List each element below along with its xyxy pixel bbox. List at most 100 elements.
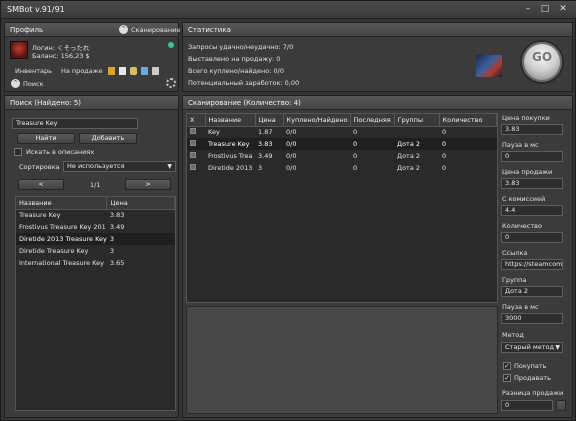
copy-icon[interactable] [152,67,159,75]
avatar [10,41,28,59]
table-row[interactable]: Treasure Key 3.83 0/0 0 Дота 20 [187,138,497,150]
col-qty-header[interactable]: Количество [439,114,497,127]
buy-checkbox[interactable]: ✓ [503,362,511,370]
row-checkbox-cell[interactable] [187,126,205,138]
scan-name-cell: Treasure Key [205,138,255,150]
row-checkbox-cell[interactable] [187,150,205,162]
row-checkbox-cell[interactable] [187,138,205,150]
table-row[interactable]: Treasure Key 3.83 [16,209,175,221]
item-name-cell: Diretide 2013 Treasure Key [16,233,107,245]
prev-page-button[interactable]: < [18,179,64,190]
scan-last-cell: 0 [350,138,394,150]
on-sale-link[interactable]: На продаже [61,67,103,75]
row-checkbox-cell[interactable] [187,162,205,174]
scan-group-cell [394,126,439,138]
buy-price-input[interactable]: 3.83 [501,124,563,135]
coins-icon[interactable] [108,67,115,75]
col-name-header[interactable]: Название [205,114,256,127]
group-label: Группа [502,276,527,284]
with-fee-input[interactable]: 4.4 [501,205,563,216]
add-button[interactable]: Добавить [79,133,137,144]
collapse-up-icon[interactable]: ⌃ [119,25,128,34]
scan-toggle-label[interactable]: Сканирование [131,26,180,34]
profile-panel-header: Профиль ⌃ Сканирование [5,23,180,37]
buy-price-label: Цена покупки [502,114,550,122]
link-label: Ссылка [502,249,528,257]
scan-panel: Сканирование (Количество: 4) X Название … [182,95,573,418]
window-title: SMBot v.91/91 [7,5,65,14]
col-x-header[interactable]: X [187,114,206,127]
sell-checkbox-label: Продавать [514,374,551,382]
pause-input[interactable]: 0 [501,151,563,162]
table-row[interactable]: Key 1.87 0/0 0 0 [187,126,497,138]
search-panel: Поиск (Найдено: 5) Treasure Key Найти До… [4,95,179,418]
method-select[interactable]: Старый метод ▼ [501,342,563,353]
col-group-header[interactable]: Группы [394,114,440,127]
method-label: Метод [502,331,524,339]
scan-group-cell: Дота 2 [394,138,439,150]
search-results-table: Название Цена Treasure Key 3.83 Frostivus … [15,196,176,411]
next-page-button[interactable]: > [125,179,171,190]
close-button[interactable]: ✕ [556,3,570,15]
diff-input[interactable]: 0 [501,400,553,411]
scan-name-cell: Key [208,128,220,137]
diff-label: Разница продажи [502,389,564,397]
search-toggle-label[interactable]: Поиск [23,80,44,88]
col-price-header[interactable]: Цена [106,197,175,210]
search-in-desc-checkbox[interactable] [14,148,22,156]
row-checkbox[interactable] [190,152,196,158]
collapse-up-icon[interactable]: ⌃ [11,79,20,88]
gear-icon[interactable] [166,78,176,88]
sell-price-input[interactable]: 3.83 [501,178,563,189]
scan-bought-cell: 0/0 [286,152,297,160]
scan-title: Сканирование (Количество: 4) [188,99,301,107]
profile-panel: Профиль ⌃ Сканирование Логин: くそったれ Бала… [4,22,180,92]
scan-qty-cell: 0 [439,138,497,150]
diff-apply-button[interactable] [556,400,566,411]
item-price-cell: 3.49 [109,223,125,231]
table-row[interactable]: Diretide 2013 3 0/0 0 Дота 2 0 [187,162,497,174]
sell-checkbox[interactable]: ✓ [503,374,511,382]
item-price-cell: 3 [109,247,115,255]
search-input[interactable]: Treasure Key [12,118,138,129]
table-row[interactable]: Diretide Treasure Key 3 [16,245,175,257]
scan-qty-cell: 0 [442,164,447,172]
pause2-input[interactable]: 3000 [501,313,563,324]
inventory-link[interactable]: Инвентарь [15,67,52,75]
document-icon[interactable] [119,67,126,75]
pause2-label: Пауза в мс [502,303,539,311]
minimize-button[interactable]: – [521,3,535,15]
method-select-value: Старый метод [505,343,555,351]
sort-select[interactable]: Не используется ▼ [63,161,176,172]
table-row[interactable]: Frostivus Treasure Key 201 3.49 [16,221,175,233]
go-button[interactable]: GO [520,40,564,84]
col-price-header[interactable]: Цена [255,114,284,127]
maximize-button[interactable]: □ [538,3,552,15]
bought-found-text: Всего куплено/найдено: 0/0 [188,67,284,75]
row-checkbox[interactable] [190,164,196,170]
link-input[interactable]: https://steamcommun [501,259,563,270]
find-button[interactable]: Найти [17,133,75,144]
scan-log-area [186,306,498,414]
scan-panel-header: Сканирование (Количество: 4) [183,96,572,110]
search-in-desc-label: Искать в описаниях [26,148,95,156]
scan-name-cell: Diretide 2013 [208,164,253,172]
group-input[interactable]: Дота 2 [501,286,563,297]
table-row[interactable]: Diretide 2013 Treasure Key 3 [16,233,175,245]
scan-last-cell: 0 [353,152,358,160]
col-last-header[interactable]: Последняя [350,114,395,127]
col-bought-header[interactable]: Куплено/Найдено [283,114,351,127]
scan-last-cell: 0 [353,128,358,137]
col-name-header[interactable]: Название [16,197,108,210]
table-row[interactable]: Frostivus Trea 3.49 0/0 0 Дота 2 0 [187,150,497,162]
item-name-cell: Treasure Key [19,211,61,220]
settings-icon[interactable] [130,67,137,75]
stats-panel-header: Статистика [183,23,572,37]
row-checkbox[interactable] [190,140,196,146]
row-checkbox[interactable] [190,128,196,135]
table-row[interactable]: International Treasure Key 3.65 [16,257,175,269]
quantity-input[interactable]: 0 [501,232,563,243]
globe-icon[interactable] [141,67,148,75]
potential-earnings-text: Потенциальный заработок: 0,00 [188,79,300,87]
login-text: Логин: くそったれ [32,44,90,52]
